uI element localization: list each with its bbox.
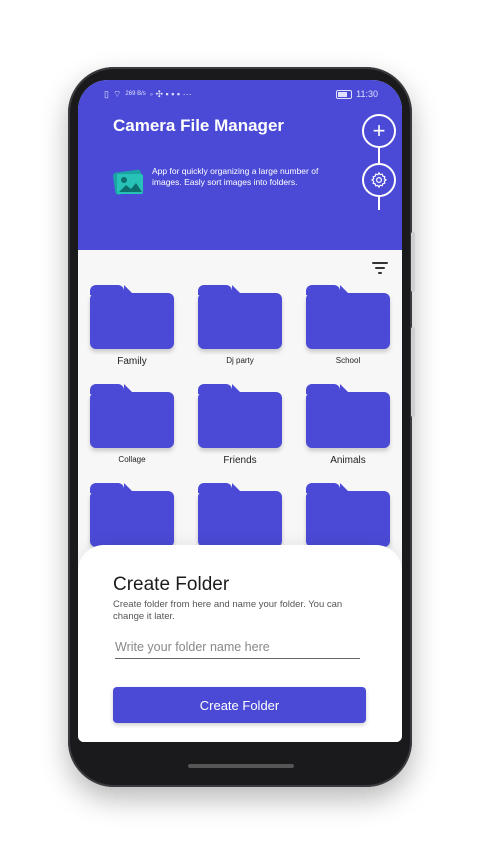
folder-icon bbox=[90, 483, 174, 547]
app-screen: ▯ ⌔ 269 B/s ◦ ✣ ▪ ▪ ▪ ··· 11:30 Camera F… bbox=[78, 80, 402, 742]
folder-label: Friends bbox=[223, 455, 257, 466]
folder-item[interactable]: Animals bbox=[306, 384, 390, 467]
create-folder-sheet: Create Folder Create folder from here an… bbox=[78, 545, 402, 742]
plus-icon: + bbox=[372, 118, 386, 143]
connector-line bbox=[378, 148, 380, 164]
phone-frame: ▯ ⌔ 269 B/s ◦ ✣ ▪ ▪ ▪ ··· 11:30 Camera F… bbox=[68, 67, 415, 787]
app-title: Camera File Manager bbox=[113, 116, 285, 135]
sheet-description: Create folder from here and name your fo… bbox=[113, 599, 343, 622]
folder-item[interactable] bbox=[198, 483, 282, 547]
app-description: App for quickly organizing a large numbe… bbox=[152, 166, 319, 187]
volume-button bbox=[411, 232, 415, 292]
folder-label: School bbox=[335, 356, 361, 365]
net-speed: 269 B/s bbox=[125, 91, 146, 97]
power-button bbox=[411, 327, 415, 417]
folder-name-input[interactable] bbox=[115, 636, 360, 659]
add-button[interactable]: + bbox=[362, 114, 396, 148]
folder-item[interactable]: Collage bbox=[90, 384, 174, 467]
folder-item[interactable]: School bbox=[306, 285, 390, 368]
folder-icon bbox=[198, 384, 282, 448]
folder-item[interactable] bbox=[90, 483, 174, 547]
battery-icon bbox=[336, 89, 353, 99]
header-wave bbox=[78, 210, 402, 244]
folder-label: Collage bbox=[118, 455, 146, 464]
folder-icon bbox=[198, 483, 282, 547]
folder-item[interactable]: Dj party bbox=[198, 285, 282, 368]
folder-icon bbox=[306, 483, 390, 547]
folder-label: Dj party bbox=[226, 356, 254, 365]
folder-item[interactable] bbox=[306, 483, 390, 547]
folder-icon bbox=[306, 384, 390, 448]
folder-item[interactable]: Family bbox=[90, 285, 174, 368]
folder-icon bbox=[90, 285, 174, 349]
folder-icon bbox=[198, 285, 282, 349]
gear-icon bbox=[370, 171, 388, 189]
status-bar: ▯ ⌔ 269 B/s ◦ ✣ ▪ ▪ ▪ ··· 11:30 bbox=[104, 87, 378, 101]
home-indicator[interactable] bbox=[188, 764, 294, 768]
folder-icon bbox=[90, 384, 174, 448]
sim-icon: ▯ bbox=[104, 88, 109, 99]
filter-icon[interactable] bbox=[372, 262, 388, 276]
create-folder-button[interactable]: Create Folder bbox=[113, 687, 366, 723]
wifi-icon: ⌔ bbox=[112, 88, 122, 99]
folder-label: Animals bbox=[330, 455, 366, 466]
folder-icon bbox=[306, 285, 390, 349]
settings-button[interactable] bbox=[362, 163, 396, 197]
notification-icons: ◦ ✣ ▪ ▪ ▪ ··· bbox=[149, 88, 192, 99]
folder-label: Family bbox=[117, 356, 147, 367]
gallery-icon bbox=[113, 169, 144, 195]
folder-item[interactable]: Friends bbox=[198, 384, 282, 467]
sheet-title: Create Folder bbox=[113, 574, 230, 595]
clock: 11:30 bbox=[356, 89, 378, 99]
